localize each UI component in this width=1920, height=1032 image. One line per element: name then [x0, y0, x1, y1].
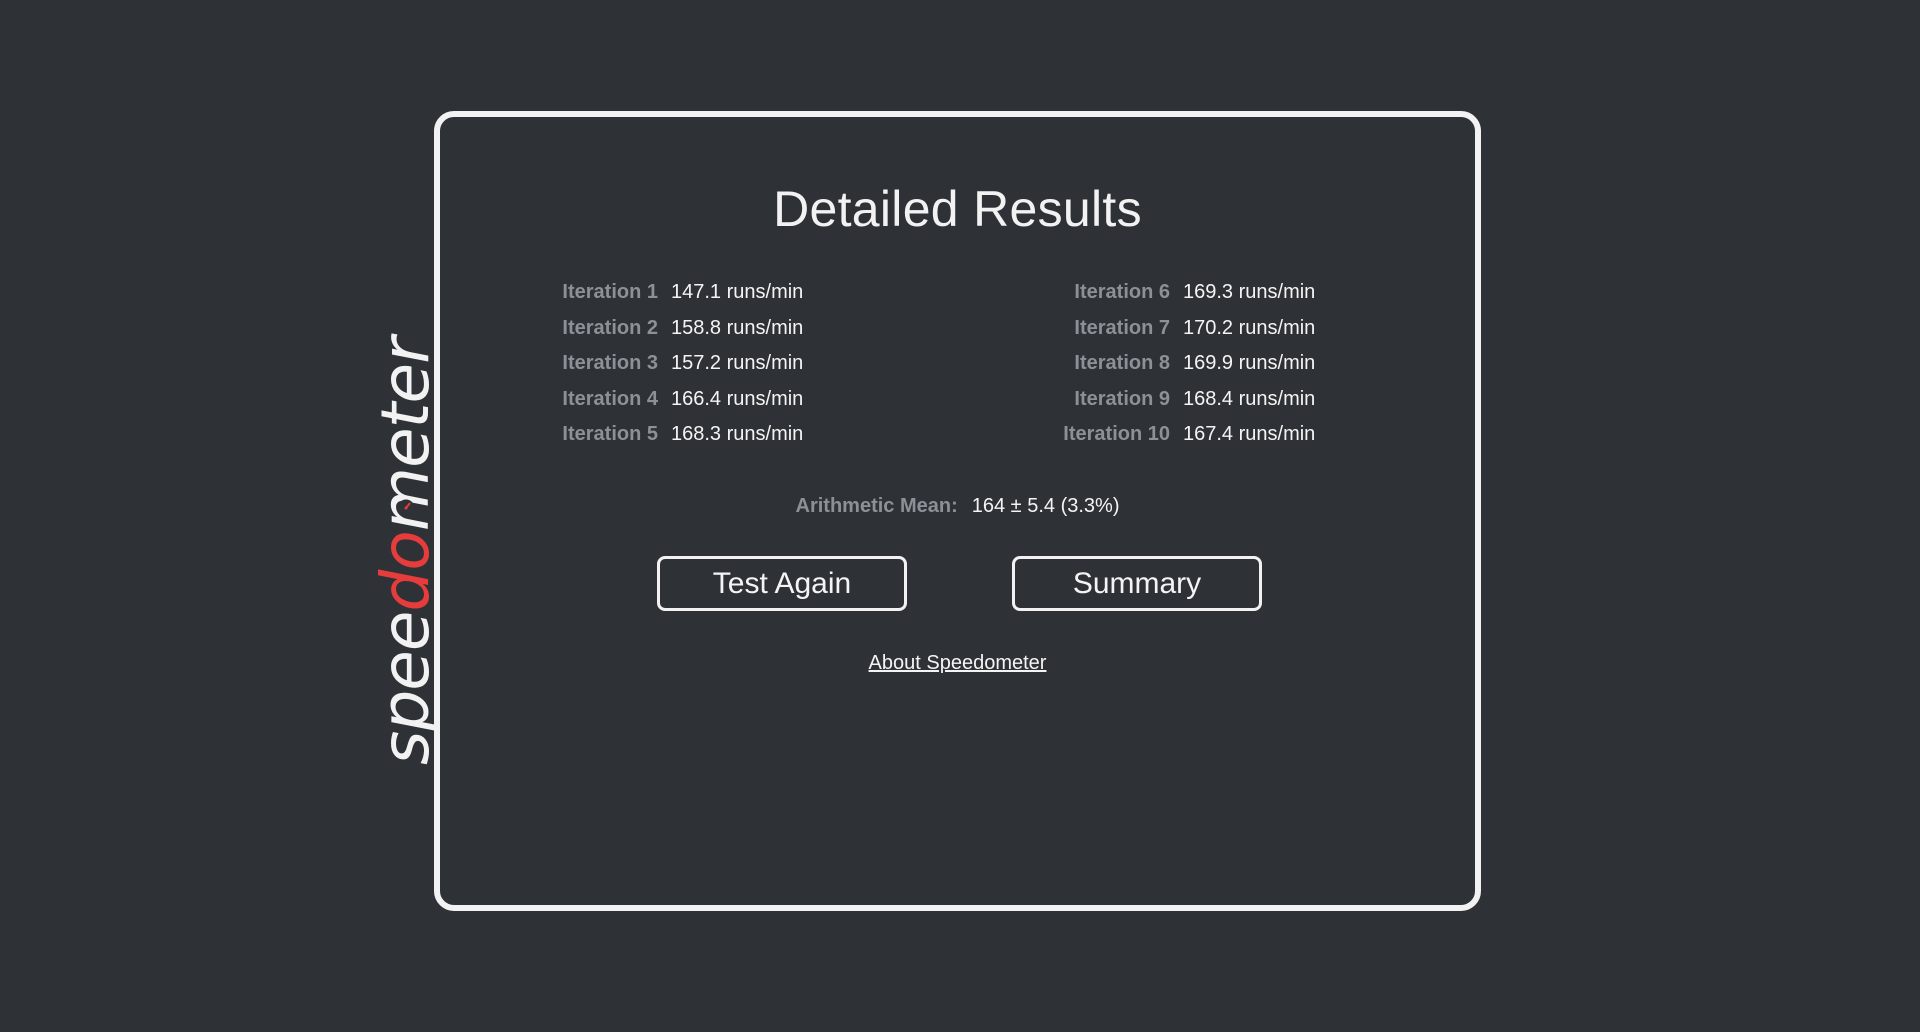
iteration-row: Iteration 10 167.4 runs/min — [952, 423, 1328, 459]
iterations-right-column: Iteration 6 169.3 runs/min Iteration 7 1… — [952, 281, 1328, 459]
page: speedometer Detailed Results Iteration 1… — [0, 0, 1920, 1032]
iteration-row: Iteration 7 170.2 runs/min — [952, 317, 1328, 353]
arithmetic-mean: Arithmetic Mean: 164 ± 5.4 (3.3%) — [440, 495, 1475, 518]
page-title: Detailed Results — [773, 181, 1142, 237]
iteration-label: Iteration 9 — [1074, 387, 1170, 410]
summary-button[interactable]: Summary — [1012, 556, 1262, 611]
logo-text-spee: spee — [367, 612, 444, 766]
iteration-value: 147.1 runs/min — [671, 281, 804, 303]
iteration-value: 168.4 runs/min — [1183, 387, 1316, 410]
iteration-label: Iteration 5 — [562, 423, 658, 445]
mean-value: 164 ± 5.4 (3.3%) — [971, 495, 1120, 517]
iteration-label: Iteration 2 — [562, 316, 658, 339]
iteration-row: Iteration 5 168.3 runs/min — [440, 423, 816, 459]
iteration-value: 168.3 runs/min — [671, 423, 804, 445]
iteration-label: Iteration 3 — [562, 352, 658, 374]
iteration-value: 169.9 runs/min — [1183, 352, 1316, 374]
iteration-label: Iteration 6 — [1074, 281, 1170, 303]
iteration-row: Iteration 3 157.2 runs/min — [440, 352, 816, 388]
iteration-row: Iteration 8 169.9 runs/min — [952, 352, 1328, 388]
iteration-label: Iteration 10 — [1063, 423, 1170, 445]
results-panel: Detailed Results Iteration 1 147.1 runs/… — [434, 111, 1481, 911]
iteration-value: 169.3 runs/min — [1183, 281, 1316, 303]
iteration-label: Iteration 7 — [1074, 316, 1170, 339]
iteration-label: Iteration 1 — [562, 281, 658, 303]
test-again-button[interactable]: Test Again — [657, 556, 907, 611]
iteration-label: Iteration 8 — [1074, 352, 1170, 374]
svg-text:speedometer: speedometer — [367, 333, 444, 765]
about-section: About Speedometer — [440, 652, 1475, 675]
mean-label: Arithmetic Mean: — [795, 495, 958, 517]
iteration-row: Iteration 9 168.4 runs/min — [952, 388, 1328, 424]
iteration-value: 170.2 runs/min — [1183, 316, 1316, 339]
iteration-value: 158.8 runs/min — [671, 316, 804, 339]
iteration-row: Iteration 6 169.3 runs/min — [952, 281, 1328, 317]
iterations-left-column: Iteration 1 147.1 runs/min Iteration 2 1… — [440, 281, 816, 459]
iteration-row: Iteration 4 166.4 runs/min — [440, 388, 816, 424]
iteration-value: 166.4 runs/min — [671, 387, 804, 410]
logo-text-do: do — [367, 531, 444, 611]
iteration-value: 157.2 runs/min — [671, 352, 804, 374]
about-speedometer-link[interactable]: About Speedometer — [869, 652, 1047, 674]
iteration-row: Iteration 1 147.1 runs/min — [440, 281, 816, 317]
iteration-row: Iteration 2 158.8 runs/min — [440, 317, 816, 353]
iteration-label: Iteration 4 — [562, 387, 658, 410]
speedometer-dial-icon — [397, 499, 415, 517]
iteration-value: 167.4 runs/min — [1183, 423, 1316, 445]
